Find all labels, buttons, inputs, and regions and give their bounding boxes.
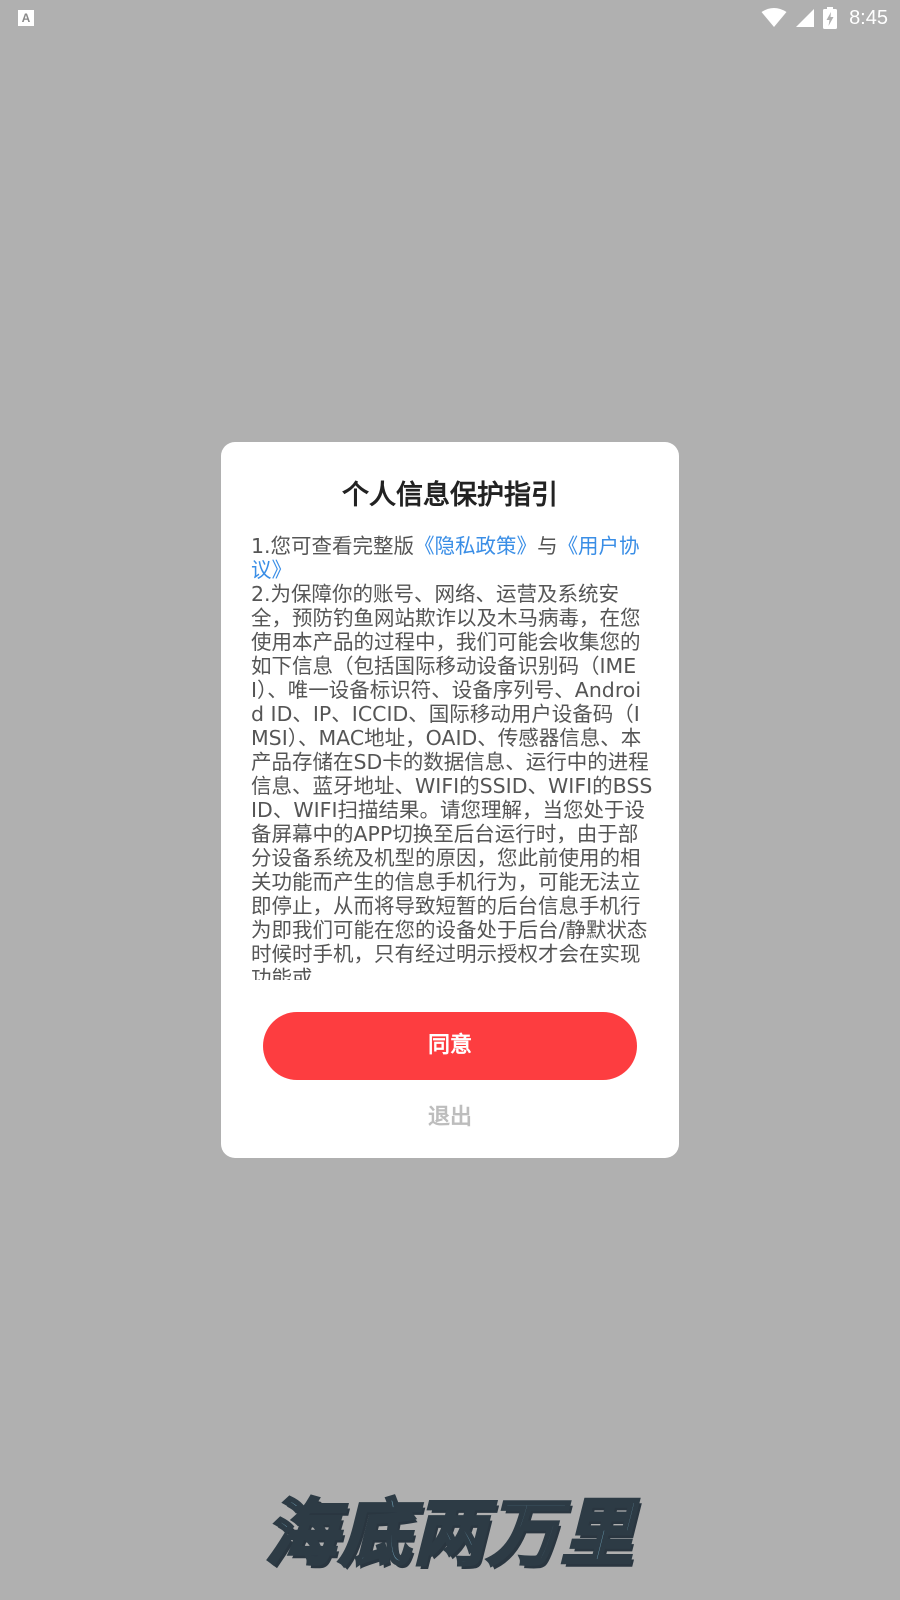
- agree-button[interactable]: 同意: [263, 1012, 637, 1080]
- signal-icon: [796, 9, 815, 27]
- dialog-body-scroll[interactable]: 1.您可查看完整版《隐私政策》与《用户协议》 2.为保障你的账号、网络、运营及系统…: [251, 534, 653, 980]
- status-bar: A 8:45: [0, 0, 900, 36]
- policy-conjunction-text: 与: [537, 534, 558, 558]
- status-bar-right: 8:45: [761, 6, 888, 30]
- clock: 8:45: [849, 6, 888, 29]
- app-logo-text: 海底两万里: [263, 1490, 635, 1577]
- wifi-icon: [761, 8, 787, 27]
- privacy-policy-link[interactable]: 《隐私政策》: [414, 534, 537, 558]
- app-notification-icon: A: [18, 10, 34, 26]
- battery-charging-icon: [823, 7, 838, 29]
- dialog-title: 个人信息保护指引: [342, 480, 558, 511]
- privacy-dialog: 个人信息保护指引 1.您可查看完整版《隐私政策》与《用户协议》 2.为保障你的账号…: [221, 442, 679, 1158]
- dialog-body-text: 1.您可查看完整版《隐私政策》与《用户协议》 2.为保障你的账号、网络、运营及系统…: [251, 534, 653, 980]
- screen: A 8:45 个人信息保护指引 1.您可查看完整版《隐私政策》与《用户协议》 2.…: [0, 0, 900, 1600]
- data-collection-paragraph: 2.为保障你的账号、网络、运营及系统安全，预防钓鱼网站欺诈以及木马病毒，在您使用…: [251, 582, 653, 980]
- policy-intro-text: 1.您可查看完整版: [251, 534, 415, 558]
- exit-button[interactable]: 退出: [371, 1098, 529, 1138]
- policy-links-paragraph: 1.您可查看完整版《隐私政策》与《用户协议》: [251, 534, 653, 582]
